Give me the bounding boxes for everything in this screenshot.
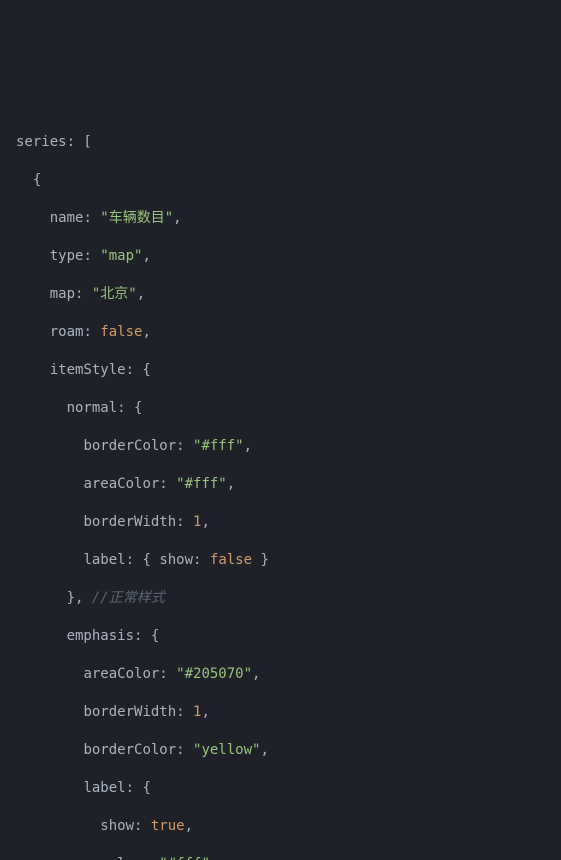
property: type <box>50 248 84 264</box>
code-line[interactable]: name: "车辆数目", <box>16 209 561 228</box>
string-literal: "#fff" <box>193 438 244 454</box>
comment: //正常样式 <box>92 590 165 606</box>
boolean-literal: false <box>100 324 142 340</box>
code-line[interactable]: borderWidth: 1, <box>16 703 561 722</box>
string-literal: "#fff" <box>176 476 227 492</box>
code-editor[interactable]: series: [ { name: "车辆数目", type: "map", m… <box>0 95 561 860</box>
property: map <box>50 286 75 302</box>
code-line[interactable]: areaColor: "#205070", <box>16 665 561 684</box>
code-line[interactable]: map: "北京", <box>16 285 561 304</box>
property: areaColor <box>83 476 159 492</box>
code-line[interactable]: borderColor: "yellow", <box>16 741 561 760</box>
code-line[interactable]: show: true, <box>16 817 561 836</box>
string-literal: "#fff" <box>159 856 210 860</box>
code-line[interactable]: itemStyle: { <box>16 361 561 380</box>
code-line[interactable]: label: { <box>16 779 561 798</box>
property: borderColor <box>83 438 176 454</box>
property: show <box>100 818 134 834</box>
code-line[interactable]: areaColor: "#fff", <box>16 475 561 494</box>
property: series <box>16 134 67 150</box>
property: label <box>83 552 125 568</box>
string-literal: "车辆数目" <box>100 210 173 226</box>
code-line[interactable]: roam: false, <box>16 323 561 342</box>
property: areaColor <box>83 666 159 682</box>
string-literal: "yellow" <box>193 742 260 758</box>
string-literal: "北京" <box>92 286 137 302</box>
code-line[interactable]: normal: { <box>16 399 561 418</box>
string-literal: "#205070" <box>176 666 252 682</box>
code-line[interactable]: color: "#fff" <box>16 855 561 860</box>
property: normal <box>67 400 118 416</box>
property: borderColor <box>83 742 176 758</box>
code-line[interactable]: borderColor: "#fff", <box>16 437 561 456</box>
property: emphasis <box>67 628 134 644</box>
code-line[interactable]: series: [ <box>16 133 561 152</box>
property: name <box>50 210 84 226</box>
code-line[interactable]: type: "map", <box>16 247 561 266</box>
property: borderWidth <box>83 514 176 530</box>
property: label <box>83 780 125 796</box>
property: color <box>100 856 142 860</box>
code-line[interactable]: }, //正常样式 <box>16 589 561 608</box>
property: show <box>159 552 193 568</box>
boolean-literal: true <box>151 818 185 834</box>
code-line[interactable]: label: { show: false } <box>16 551 561 570</box>
property: itemStyle <box>50 362 126 378</box>
property: borderWidth <box>83 704 176 720</box>
boolean-literal: false <box>210 552 252 568</box>
code-line[interactable]: borderWidth: 1, <box>16 513 561 532</box>
string-literal: "map" <box>100 248 142 264</box>
code-line[interactable]: { <box>16 171 561 190</box>
property: roam <box>50 324 84 340</box>
code-line[interactable]: emphasis: { <box>16 627 561 646</box>
